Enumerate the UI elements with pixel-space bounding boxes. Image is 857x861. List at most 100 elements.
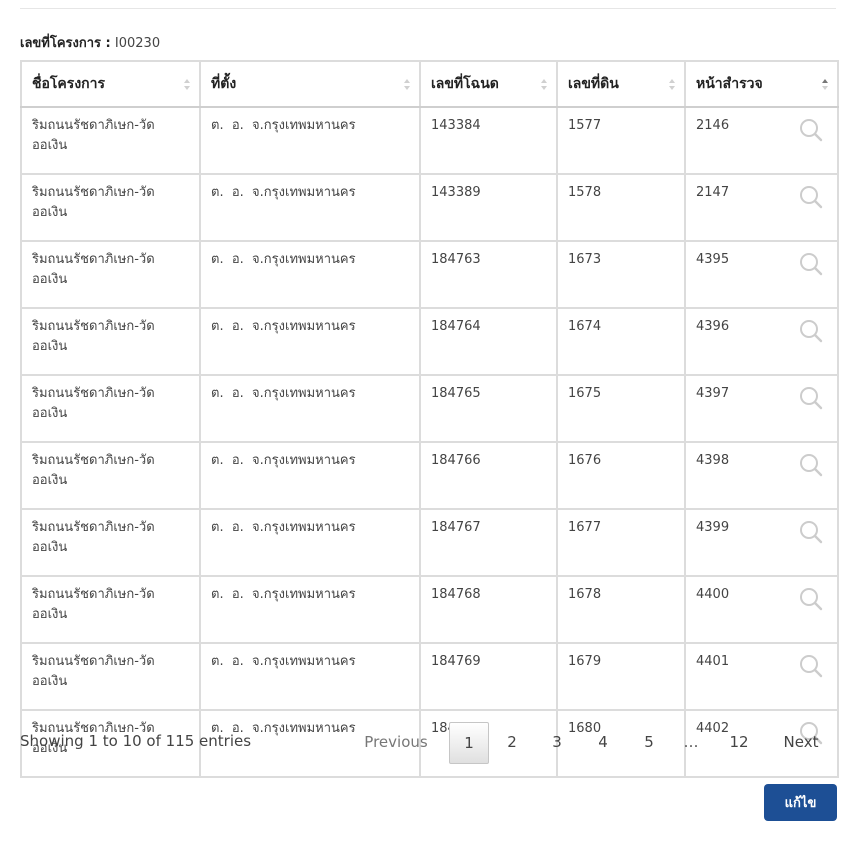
cell-location: ต. อ. จ.กรุงเทพมหานคร bbox=[199, 106, 421, 175]
project-name-line1: ริมถนนรัชดาภิเษก-วัด bbox=[32, 453, 155, 468]
table-row: ริมถนนรัชดาภิเษก-วัด ออเงิน ต. อ. จ.กรุงเท… bbox=[20, 307, 839, 376]
cell-project-name: ริมถนนรัชดาภิเษก-วัดออเงิน bbox=[20, 642, 201, 711]
sort-icon bbox=[184, 79, 191, 91]
survey-page-value: 4396 bbox=[696, 319, 730, 334]
next-button[interactable]: Next bbox=[776, 722, 826, 762]
cell-location: ต. อ. จ.กรุงเทพมหานคร bbox=[199, 173, 421, 242]
page-button-12[interactable]: 12 bbox=[722, 722, 756, 762]
survey-page-value: 4401 bbox=[696, 654, 730, 669]
project-name-line1: ริมถนนรัชดาภิเษก-วัด bbox=[32, 319, 155, 334]
project-name-line2: ออเงิน bbox=[32, 406, 68, 421]
cell-deed-number: 184768 bbox=[419, 575, 558, 644]
cell-project-name: ริมถนนรัชดาภิเษก-วัด ออเงิน bbox=[20, 575, 201, 644]
cell-deed-number: 184766 bbox=[419, 441, 558, 510]
project-name-line2: ออเงิน bbox=[32, 138, 68, 153]
project-name-line1: ริมถนนรัชดาภิเษก-วัด bbox=[32, 252, 155, 267]
cell-project-name: ริมถนนรัชดาภิเษก-วัดออเงิน bbox=[20, 240, 201, 309]
cell-survey-page: 4395 bbox=[684, 240, 839, 309]
project-name-line2: ออเงิน bbox=[32, 473, 68, 488]
search-icon[interactable] bbox=[799, 185, 823, 209]
project-name-line2: ออเงิน bbox=[32, 272, 68, 287]
table-row: ริมถนนรัชดาภิเษก-วัด ออเงิน ต. อ. จ.กรุงเท… bbox=[20, 173, 839, 242]
sort-icon bbox=[404, 79, 411, 91]
cell-location: ต. อ. จ.กรุงเทพมหานคร bbox=[199, 441, 421, 510]
cell-land-number: 1674 bbox=[556, 307, 686, 376]
cell-deed-number: 184769 bbox=[419, 642, 558, 711]
search-icon[interactable] bbox=[799, 319, 823, 343]
land-table: ชื่อโครงการ ที่ตั้ง เลขที่โฉนด เลขที่ดิน… bbox=[20, 60, 839, 778]
column-header-location[interactable]: ที่ตั้ง bbox=[199, 60, 421, 108]
search-icon[interactable] bbox=[799, 587, 823, 611]
project-name-line1: ริมถนนรัชดาภิเษก-วัด bbox=[32, 654, 155, 669]
page-button-5[interactable]: 5 bbox=[634, 722, 664, 762]
page-button-1[interactable]: 1 bbox=[449, 722, 489, 764]
cell-project-name: ริมถนนรัชดาภิเษก-วัด ออเงิน bbox=[20, 374, 201, 443]
table-row: ริมถนนรัชดาภิเษก-วัด ออเงิน ต. อ. จ.กรุงเท… bbox=[20, 575, 839, 644]
table-row: ริมถนนรัชดาภิเษก-วัด ออเงิน ต. อ. จ.กรุงเท… bbox=[20, 642, 839, 711]
sort-icon bbox=[541, 79, 548, 91]
survey-page-value: 2146 bbox=[696, 118, 730, 133]
column-header-project-name[interactable]: ชื่อโครงการ bbox=[20, 60, 201, 108]
cell-land-number: 1677 bbox=[556, 508, 686, 577]
project-name-line2: ออเงิน bbox=[32, 205, 68, 220]
top-divider bbox=[20, 8, 836, 9]
pagination-ellipsis: … bbox=[683, 733, 699, 751]
project-name-line2: ออเงิน bbox=[32, 540, 68, 555]
cell-land-number: 1578 bbox=[556, 173, 686, 242]
project-id-label: เลขที่โครงการ : bbox=[20, 36, 111, 51]
cell-location: ต. อ. จ.กรุงเทพมหานคร bbox=[199, 508, 421, 577]
cell-deed-number: 184767 bbox=[419, 508, 558, 577]
survey-page-value: 4400 bbox=[696, 587, 730, 602]
edit-button[interactable]: แก้ไข bbox=[764, 784, 837, 821]
cell-deed-number: 143384 bbox=[419, 106, 558, 175]
cell-location: ต. อ. จ.กรุงเทพมหานคร bbox=[199, 240, 421, 309]
cell-project-name: ริมถนนรัชดาภิเษก-วัดออเงิน bbox=[20, 441, 201, 510]
sort-icon bbox=[669, 79, 676, 91]
column-header-land-number[interactable]: เลขที่ดิน bbox=[556, 60, 686, 108]
cell-survey-page: 4399 bbox=[684, 508, 839, 577]
project-name-line2: ออเงิน bbox=[32, 339, 68, 354]
cell-deed-number: 184763 bbox=[419, 240, 558, 309]
search-icon[interactable] bbox=[799, 386, 823, 410]
cell-deed-number: 184765 bbox=[419, 374, 558, 443]
search-icon[interactable] bbox=[799, 118, 823, 142]
cell-deed-number: 184764 bbox=[419, 307, 558, 376]
table-row: ริมถนนรัชดาภิเษก-วัด ออเงิน ต. อ. จ.กรุงเท… bbox=[20, 441, 839, 510]
cell-location: ต. อ. จ.กรุงเทพมหานคร bbox=[199, 374, 421, 443]
page-button-2[interactable]: 2 bbox=[497, 722, 527, 762]
table-row: ริมถนนรัชดาภิเษก-วัด ออเงิน ต. อ. จ.กรุงเท… bbox=[20, 508, 839, 577]
cell-project-name: ริมถนนรัชดาภิเษก-วัดออเงิน bbox=[20, 307, 201, 376]
cell-survey-page: 2147 bbox=[684, 173, 839, 242]
cell-survey-page: 4401 bbox=[684, 642, 839, 711]
cell-location: ต. อ. จ.กรุงเทพมหานคร bbox=[199, 307, 421, 376]
sort-asc-icon bbox=[822, 79, 829, 91]
survey-page-value: 4398 bbox=[696, 453, 730, 468]
cell-land-number: 1675 bbox=[556, 374, 686, 443]
search-icon[interactable] bbox=[799, 252, 823, 276]
cell-land-number: 1673 bbox=[556, 240, 686, 309]
search-icon[interactable] bbox=[799, 453, 823, 477]
cell-land-number: 1679 bbox=[556, 642, 686, 711]
project-name-line1: ริมถนนรัชดาภิเษก-วัด bbox=[32, 118, 155, 133]
search-icon[interactable] bbox=[799, 520, 823, 544]
survey-page-value: 4399 bbox=[696, 520, 730, 535]
pagination: Previous 1 2 3 4 5 … 12 Next bbox=[0, 722, 857, 764]
project-name-line2: ออเงิน bbox=[32, 674, 68, 689]
column-header-deed-number[interactable]: เลขที่โฉนด bbox=[419, 60, 558, 108]
cell-deed-number: 143389 bbox=[419, 173, 558, 242]
project-name-line2: ออเงิน bbox=[32, 607, 68, 622]
previous-button[interactable]: Previous bbox=[356, 722, 436, 762]
cell-survey-page: 4400 bbox=[684, 575, 839, 644]
table-row: ริมถนนรัชดาภิเษก-วัด ออเงิน ต. อ. จ.กรุงเท… bbox=[20, 106, 839, 175]
cell-survey-page: 4398 bbox=[684, 441, 839, 510]
cell-project-name: ริมถนนรัชดาภิเษก-วัดออเงิน bbox=[20, 106, 201, 175]
search-icon[interactable] bbox=[799, 654, 823, 678]
column-header-survey-page[interactable]: หน้าสำรวจ bbox=[684, 60, 839, 108]
survey-page-value: 2147 bbox=[696, 185, 730, 200]
table-row: ริมถนนรัชดาภิเษก-วัด ออเงิน ต. อ. จ.กรุงเท… bbox=[20, 374, 839, 443]
page-button-4[interactable]: 4 bbox=[588, 722, 618, 762]
cell-location: ต. อ. จ.กรุงเทพมหานคร bbox=[199, 575, 421, 644]
cell-survey-page: 4396 bbox=[684, 307, 839, 376]
page-button-3[interactable]: 3 bbox=[542, 722, 572, 762]
cell-survey-page: 2146 bbox=[684, 106, 839, 175]
